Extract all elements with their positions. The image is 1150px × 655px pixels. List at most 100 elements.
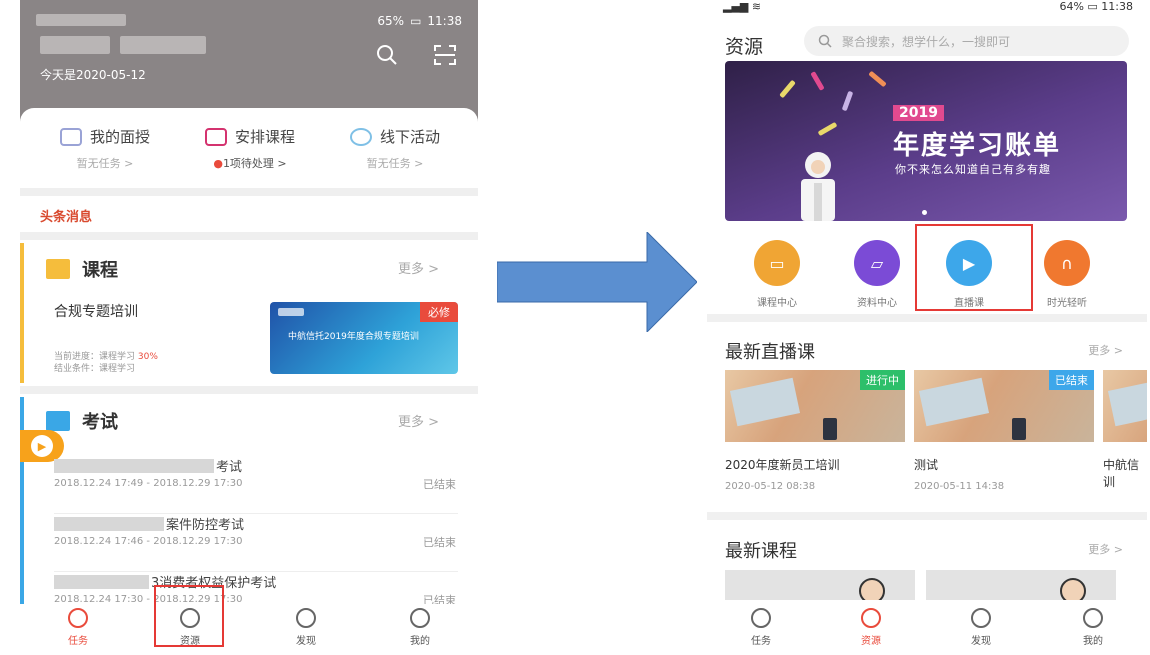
- play-icon: ▶: [31, 435, 53, 457]
- battery-percent: 65%: [377, 14, 405, 28]
- pending-dot: ●: [213, 157, 223, 170]
- blurred-username-2: [120, 36, 206, 54]
- profile-header: 65% ▭ 11:38 今天是2020-05-12: [20, 0, 478, 122]
- transition-arrow: [496, 230, 698, 336]
- live-card[interactable]: 进行中 2020年度新员工培训 2020-05-12 08:38: [725, 370, 905, 492]
- bottom-tab-bar: 任务 资源 发现 我的: [20, 604, 478, 650]
- blurred-username: [40, 36, 110, 54]
- resource-audio[interactable]: ∩ 时光轻听: [1027, 240, 1107, 309]
- phone-icon: [823, 418, 837, 440]
- course-name[interactable]: 合规专题培训: [54, 301, 138, 321]
- lecturer-avatar: [1060, 578, 1086, 600]
- highlight-box-resources-tab: [154, 585, 224, 647]
- tab-mine[interactable]: 我的: [390, 608, 450, 647]
- status-bar: ▂▄▆ ≋ 64% ▭ 11:38: [723, 0, 1133, 13]
- decor-tube: [868, 70, 887, 88]
- decor-tube: [810, 71, 825, 91]
- profile-icon: [410, 608, 430, 628]
- quick-actions-card: 我的面授 暂无任务 > 安排课程 ●1项待处理 > 线下活动 暂无任务 >: [20, 108, 478, 190]
- tab-discover[interactable]: 发现: [951, 608, 1011, 647]
- signal-icon: ▂▄▆ ≋: [723, 0, 762, 13]
- live-status-tag: 进行中: [860, 370, 905, 390]
- course-progress: 当前进度：课程学习 30% 结业条件：课程学习: [54, 352, 158, 374]
- exam-row[interactable]: 考试 2018.12.24 17:49 - 2018.12.29 17:30 已…: [54, 456, 458, 514]
- headline-news-title: 头条消息: [40, 210, 93, 225]
- folder-icon: ▱: [854, 240, 900, 286]
- course-card[interactable]: [725, 570, 915, 600]
- live-status-tag: 已结束: [1049, 370, 1094, 390]
- tab-tasks[interactable]: 任务: [48, 608, 108, 647]
- exam-accent-bar: [20, 397, 24, 607]
- decor-tube: [779, 79, 796, 99]
- exam-section-title: 考试: [46, 408, 118, 434]
- exam-row[interactable]: 案件防控考试 2018.12.24 17:46 - 2018.12.29 17:…: [54, 514, 458, 572]
- disc-icon: [861, 608, 881, 628]
- arrange-course-icon: [204, 127, 227, 146]
- book-icon: ▭: [754, 240, 800, 286]
- face-to-face-icon: [59, 127, 82, 146]
- lecturer-avatar: [859, 578, 885, 600]
- thumb-logo: [278, 308, 304, 316]
- live-thumbnail: 进行中: [725, 370, 905, 442]
- live-more-link[interactable]: 更多 >: [1088, 342, 1123, 358]
- course-accent-bar: [20, 243, 24, 383]
- course-card[interactable]: [926, 570, 1116, 600]
- carousel-indicator: [922, 210, 927, 215]
- banner-subtitle: 你不来怎么知道自己有多有趣: [895, 163, 1051, 176]
- banner-title: 年度学习账单: [893, 131, 1062, 161]
- today-date: 今天是2020-05-12: [40, 68, 146, 82]
- battery-icon: ▭: [410, 14, 422, 28]
- divider: [20, 386, 478, 394]
- tab-discover[interactable]: 发现: [276, 608, 336, 647]
- live-card[interactable]: 中航信训 2020-05: [1103, 370, 1147, 490]
- live-section-title: 最新直播课: [725, 342, 815, 363]
- resource-document-center[interactable]: ▱ 资料中心: [837, 240, 917, 309]
- divider: [707, 314, 1147, 322]
- target-icon: [751, 608, 771, 628]
- required-badge: 必修: [420, 302, 458, 322]
- live-card[interactable]: 已结束 测试 2020-05-11 14:38: [914, 370, 1094, 492]
- new-course-more-link[interactable]: 更多 >: [1088, 541, 1123, 557]
- quick-offline-activity[interactable]: 线下活动 暂无任务 >: [320, 126, 470, 171]
- scientist-illustration: [801, 152, 835, 221]
- tab-tasks[interactable]: 任务: [731, 608, 791, 647]
- course-more-link[interactable]: 更多 >: [398, 258, 439, 277]
- decor-tube: [817, 121, 838, 137]
- book-icon: [46, 259, 70, 279]
- tab-resources[interactable]: 资源: [841, 608, 901, 647]
- search-icon: [818, 34, 832, 48]
- scan-icon[interactable]: [430, 40, 460, 70]
- divider: [20, 232, 478, 240]
- live-thumbnail: 已结束: [914, 370, 1094, 442]
- highlight-box-live-class: [915, 224, 1033, 311]
- promo-banner[interactable]: 2019 年度学习账单 你不来怎么知道自己有多有趣: [725, 61, 1127, 221]
- course-section-title: 课程: [46, 256, 118, 282]
- target-icon: [68, 608, 88, 628]
- tab-mine[interactable]: 我的: [1063, 608, 1123, 647]
- exam-icon: [46, 411, 70, 431]
- profile-icon: [1083, 608, 1103, 628]
- quick-arrange-course[interactable]: 安排课程 ●1项待处理 >: [175, 126, 325, 171]
- thumb-caption: 中航信托2019年度合规专题培训: [288, 332, 419, 342]
- exam-more-link[interactable]: 更多 >: [398, 411, 439, 430]
- headphones-icon: ∩: [1044, 240, 1090, 286]
- blurred-exam-name: [54, 574, 149, 589]
- search-icon[interactable]: [372, 40, 402, 70]
- offline-activity-icon: [349, 127, 372, 146]
- blurred-exam-name: [54, 516, 164, 531]
- left-phone-screen: 65% ▭ 11:38 今天是2020-05-12 我的面授 暂无任务 > 安排…: [20, 0, 478, 650]
- bulb-icon: [296, 608, 316, 628]
- resource-course-center[interactable]: ▭ 课程中心: [737, 240, 817, 309]
- decor-tube: [841, 90, 854, 112]
- bulb-icon: [971, 608, 991, 628]
- clock: 11:38: [427, 14, 462, 28]
- new-course-section-title: 最新课程: [725, 541, 797, 562]
- blurred-exam-name: [54, 458, 214, 473]
- blurred-text: [36, 14, 126, 26]
- course-thumbnail[interactable]: 必修 中航信托2019年度合规专题培训: [270, 302, 458, 374]
- live-thumbnail: [1103, 370, 1147, 442]
- search-input[interactable]: 聚合搜索，想学什么，一搜即可: [804, 26, 1129, 56]
- quick-face-to-face[interactable]: 我的面授 暂无任务 >: [30, 126, 180, 171]
- page-title: 资源: [725, 36, 764, 58]
- banner-year: 2019: [893, 105, 944, 121]
